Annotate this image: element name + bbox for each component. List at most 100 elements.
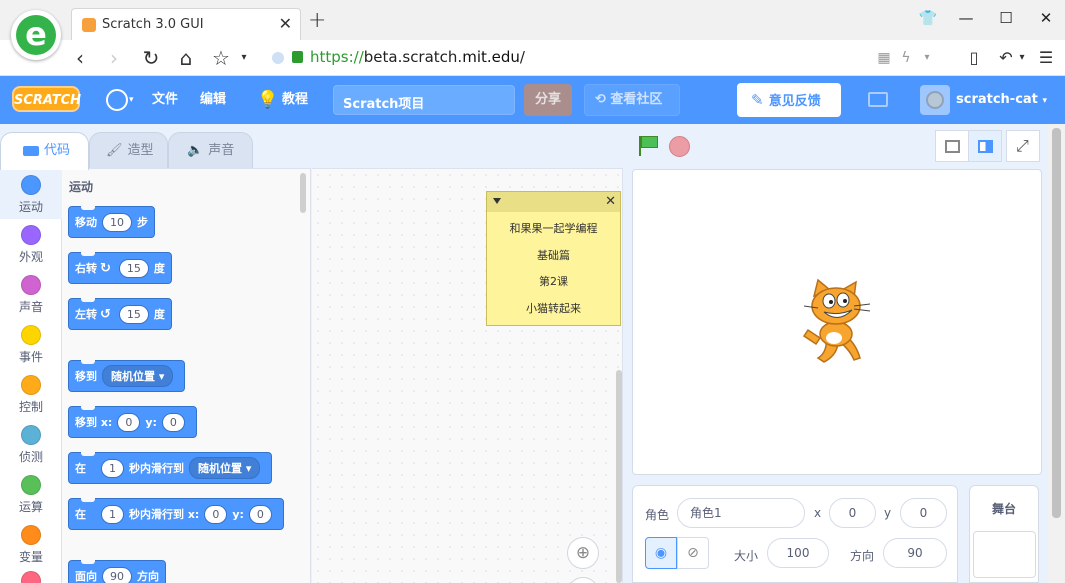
browser-menu-icon[interactable]: ☰ <box>1034 46 1058 70</box>
script-area-scrollbar[interactable] <box>616 370 622 583</box>
category-events[interactable]: 事件 <box>0 319 62 369</box>
variables-color-dot <box>21 525 41 545</box>
comment-header[interactable]: ✕ <box>487 192 620 212</box>
my-blocks-color-dot <box>21 571 41 583</box>
tutorials-menu[interactable]: 教程 <box>282 76 308 124</box>
zoom-in-button[interactable]: ⊕ <box>567 537 599 569</box>
turn-right-degrees-input[interactable]: 15 <box>118 258 149 278</box>
operators-color-dot <box>21 475 41 495</box>
glide-seconds-input[interactable]: 1 <box>101 458 124 478</box>
shirt-icon[interactable]: 👕 <box>916 9 940 27</box>
page-scrollbar[interactable] <box>1048 124 1065 583</box>
block-turn-left[interactable]: 左转 ↺ 15 度 <box>68 298 172 330</box>
feedback-button[interactable]: ✎ 意见反馈 <box>737 83 841 117</box>
category-looks[interactable]: 外观 <box>0 219 62 269</box>
username-label[interactable]: scratch-cat ▾ <box>956 76 1047 125</box>
mode-dropdown-icon[interactable]: ▾ <box>915 46 939 70</box>
minimize-button[interactable]: — <box>954 9 978 27</box>
sprite-name-label: 角色 <box>645 508 670 522</box>
goto-x-input[interactable]: 0 <box>117 412 141 432</box>
url-field[interactable]: https://beta.scratch.mit.edu/ <box>310 48 525 66</box>
bookmark-star-icon[interactable]: ☆ <box>209 46 233 70</box>
block-palette: 运动 移动 10 步 右转 ↻ 15 度 左转 ↺ 15 度 移到 随机位置 ▾ 移到 x: 0 y:… <box>62 168 311 583</box>
direction-input[interactable]: 90 <box>102 566 132 583</box>
stage-thumbnail[interactable] <box>973 531 1036 578</box>
direction-input-field[interactable]: 90 <box>883 538 947 568</box>
category-motion[interactable]: 运动 <box>0 169 62 219</box>
language-dropdown-icon[interactable]: ▾ <box>129 76 134 124</box>
y-position-input[interactable]: 0 <box>900 498 947 528</box>
fullscreen-icon: ⤢ <box>1016 136 1029 155</box>
tab-sounds[interactable]: 🔈 声音 <box>168 132 253 169</box>
close-tab-icon[interactable]: ✕ <box>279 14 292 33</box>
category-my-blocks[interactable] <box>0 569 62 583</box>
bookmark-dropdown-icon[interactable]: ▾ <box>232 46 256 70</box>
language-globe-icon[interactable] <box>106 89 128 111</box>
category-sensing[interactable]: 侦测 <box>0 419 62 469</box>
large-stage-icon <box>978 140 993 153</box>
goto-y-input[interactable]: 0 <box>161 412 185 432</box>
x-position-input[interactable]: 0 <box>829 498 876 528</box>
palette-scrollbar[interactable] <box>300 173 306 213</box>
page-scrollbar-thumb[interactable] <box>1052 128 1061 518</box>
home-icon[interactable]: ⌂ <box>174 46 198 70</box>
see-community-button[interactable]: ⟲ 查看社区 <box>584 84 680 116</box>
share-button[interactable]: 分享 <box>524 84 572 116</box>
stop-icon[interactable] <box>669 136 690 157</box>
green-flag-icon[interactable] <box>637 135 659 157</box>
small-stage-button[interactable] <box>935 130 969 162</box>
file-menu[interactable]: 文件 <box>152 76 178 124</box>
reading-mode-icon[interactable]: ▯ <box>962 46 986 70</box>
block-move-steps[interactable]: 移动 10 步 <box>68 206 155 238</box>
palette-section-title: 运动 <box>69 180 94 194</box>
category-sound[interactable]: 声音 <box>0 269 62 319</box>
site-info-icon[interactable] <box>272 52 284 64</box>
size-input[interactable]: 100 <box>767 538 829 568</box>
maximize-button[interactable]: ☐ <box>994 9 1018 27</box>
cat-sprite[interactable] <box>798 278 878 366</box>
close-comment-icon[interactable]: ✕ <box>605 194 616 209</box>
sprite-name-input[interactable]: 角色1 <box>677 498 805 528</box>
new-tab-button[interactable]: + <box>308 8 326 33</box>
scratch-logo[interactable]: SCRATCH <box>12 86 81 112</box>
tutorials-bulb-icon[interactable]: 💡 <box>257 76 278 124</box>
large-stage-button[interactable] <box>968 130 1002 162</box>
block-turn-right[interactable]: 右转 ↻ 15 度 <box>68 252 172 284</box>
my-stuff-folder-icon[interactable] <box>868 92 888 107</box>
comment-note[interactable]: ✕ 和果果一起学编程 基础篇 第2课 小猫转起来 <box>486 191 621 326</box>
fullscreen-button[interactable]: ⤢ <box>1006 130 1040 162</box>
stage-selector-pane[interactable]: 舞台 <box>969 485 1039 583</box>
steps-input[interactable]: 10 <box>102 212 132 232</box>
category-operators[interactable]: 运算 <box>0 469 62 519</box>
edit-menu[interactable]: 编辑 <box>200 76 226 124</box>
glide-y-input[interactable]: 0 <box>248 504 272 524</box>
category-control[interactable]: 控制 <box>0 369 62 419</box>
forward-icon[interactable]: › <box>102 46 126 70</box>
show-sprite-button[interactable]: ◉ <box>645 537 677 569</box>
reload-icon[interactable]: ↻ <box>139 46 163 70</box>
glide-xy-seconds-input[interactable]: 1 <box>101 504 124 524</box>
project-title-input[interactable]: Scratch项目 <box>333 85 515 115</box>
hide-sprite-button[interactable]: ⊘ <box>677 537 709 569</box>
block-glide-to-target[interactable]: 在 1 秒内滑行到 随机位置 ▾ <box>68 452 273 484</box>
block-goto-target[interactable]: 移到 随机位置 ▾ <box>68 360 186 392</box>
back-icon[interactable]: ‹ <box>68 46 92 70</box>
browser-tab[interactable]: Scratch 3.0 GUI ✕ <box>71 8 301 40</box>
looks-color-dot <box>21 225 41 245</box>
close-window-button[interactable]: ✕ <box>1034 9 1058 27</box>
undo-dropdown-icon[interactable]: ▾ <box>1010 46 1034 70</box>
user-avatar[interactable] <box>920 85 950 115</box>
block-goto-xy[interactable]: 移到 x: 0 y: 0 <box>68 406 197 438</box>
goto-target-dropdown[interactable]: 随机位置 ▾ <box>102 365 174 387</box>
category-variables[interactable]: 变量 <box>0 519 62 569</box>
qr-code-icon[interactable]: ▦ <box>872 46 896 70</box>
turn-left-degrees-input[interactable]: 15 <box>118 304 149 324</box>
block-point-direction[interactable]: 面向 90 方向 <box>68 560 166 583</box>
collapse-triangle-icon[interactable] <box>493 198 501 204</box>
tab-costumes[interactable]: 🖌 造型 <box>89 132 168 169</box>
browser-logo-icon[interactable]: e <box>11 10 61 60</box>
block-glide-to-xy[interactable]: 在 1 秒内滑行到 x: 0 y: 0 <box>68 498 284 530</box>
glide-target-dropdown[interactable]: 随机位置 ▾ <box>189 457 261 479</box>
tab-code[interactable]: 代码 <box>0 132 89 170</box>
glide-x-input[interactable]: 0 <box>204 504 228 524</box>
